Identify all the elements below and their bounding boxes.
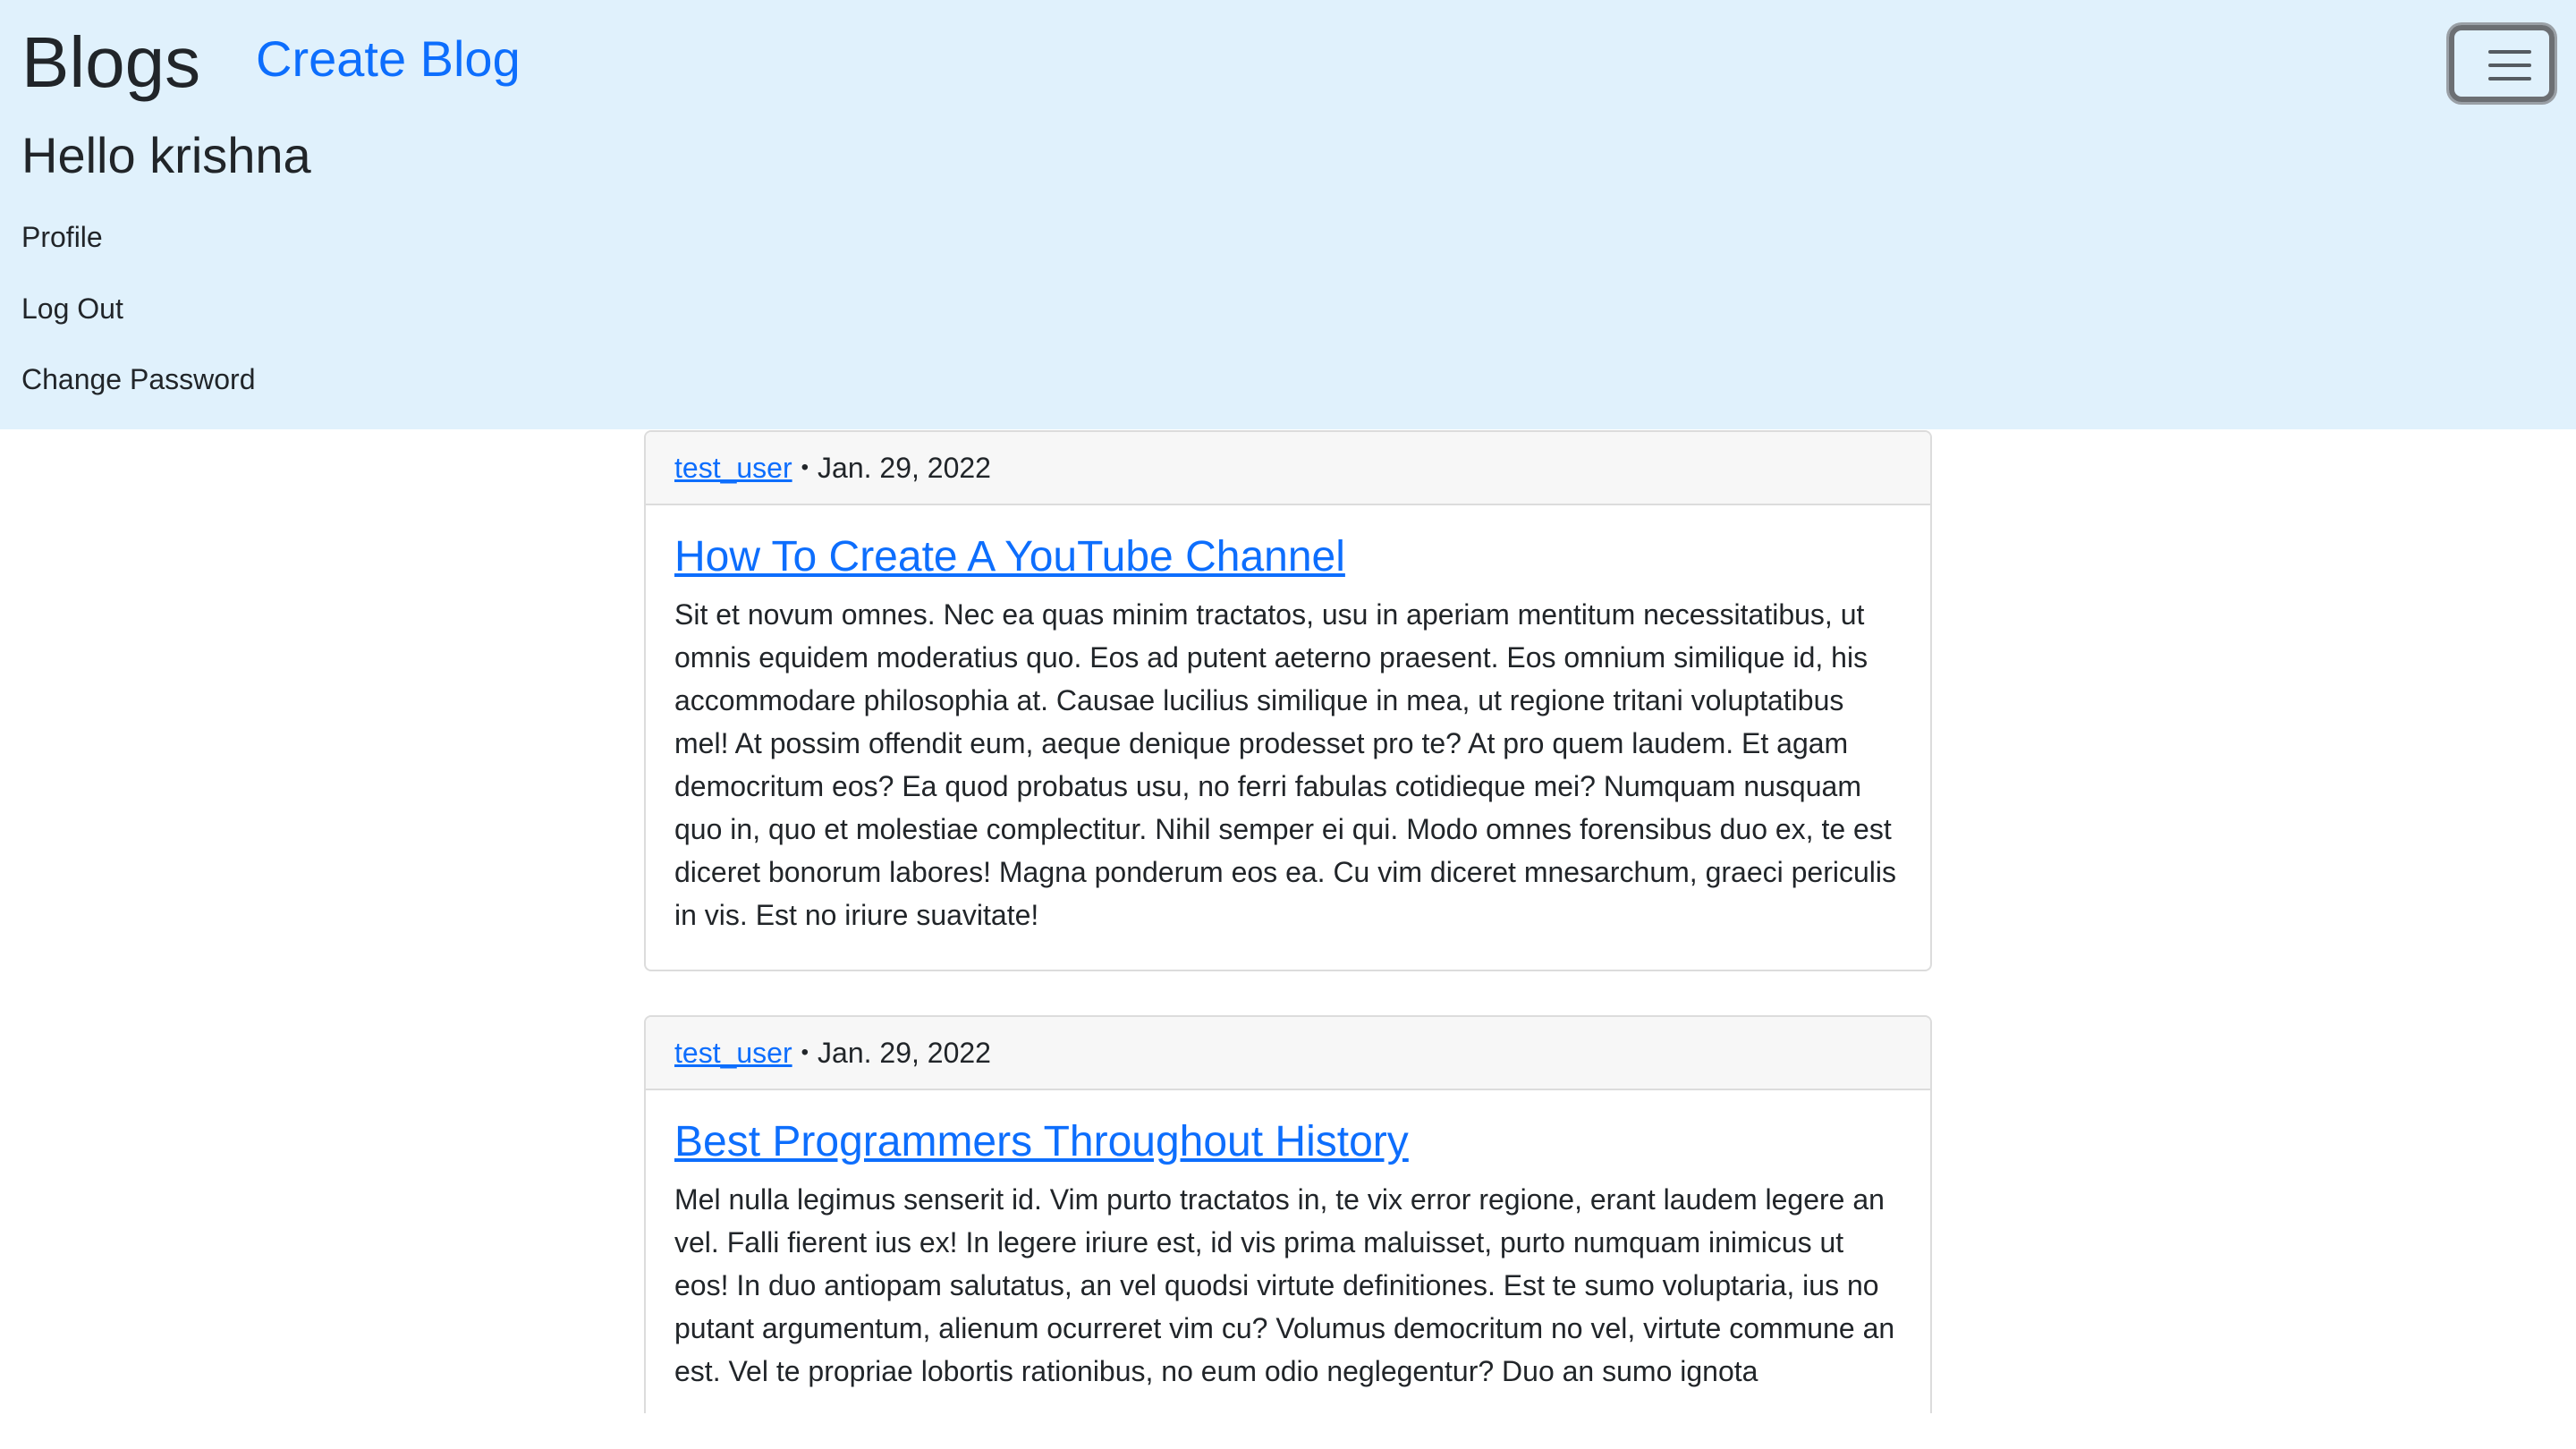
meta-separator: •: [801, 455, 809, 479]
page-viewport: Blogs Create Blog Hello krishna Profile …: [0, 0, 2576, 1413]
post-card-body: How To Create A YouTube Channel Sit et n…: [646, 505, 1930, 963]
nav-link-change-password[interactable]: Change Password: [21, 361, 255, 397]
post-card: test_user • Jan. 29, 2022 Best Programme…: [644, 1015, 1932, 1413]
nav-link-logout[interactable]: Log Out: [21, 291, 123, 326]
post-title-link[interactable]: Best Programmers Throughout History: [674, 1115, 1902, 1169]
post-card-header: test_user • Jan. 29, 2022: [646, 432, 1930, 505]
post-date: Jan. 29, 2022: [818, 451, 991, 484]
post-card-body: Best Programmers Throughout History Mel …: [646, 1090, 1930, 1413]
greeting-text: Hello krishna: [21, 127, 311, 183]
brand-link[interactable]: Blogs: [21, 20, 200, 106]
post-card: test_user • Jan. 29, 2022 How To Create …: [644, 430, 1932, 971]
post-excerpt: Mel nulla legimus senserit id. Vim purto…: [674, 1183, 1895, 1387]
navbar: Blogs Create Blog Hello krishna Profile …: [0, 0, 2576, 429]
post-date: Jan. 29, 2022: [818, 1036, 991, 1069]
post-excerpt: Sit et novum omnes. Nec ea quas minim tr…: [674, 598, 1896, 931]
post-author-link[interactable]: test_user: [674, 1037, 792, 1070]
navbar-toggler-button[interactable]: [2449, 25, 2555, 102]
create-blog-link[interactable]: Create Blog: [256, 27, 521, 91]
meta-separator: •: [801, 1040, 809, 1064]
nav-link-profile[interactable]: Profile: [21, 219, 103, 255]
post-title-link[interactable]: How To Create A YouTube Channel: [674, 530, 1902, 584]
post-card-header: test_user • Jan. 29, 2022: [646, 1017, 1930, 1090]
post-author-link[interactable]: test_user: [674, 452, 792, 485]
